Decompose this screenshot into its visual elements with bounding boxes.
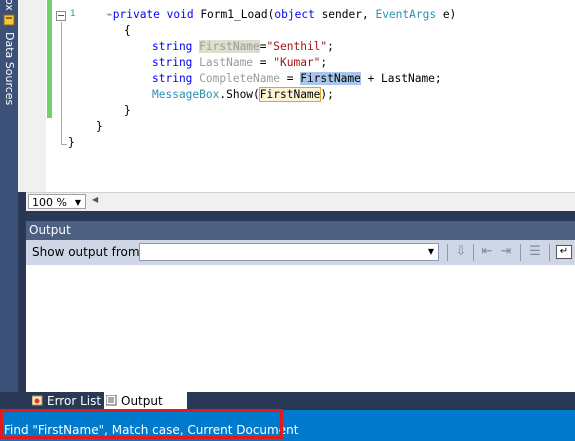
output-toolbar: Show output from: ▼ ⇩ ⇤ ⇥ ☰ ↵ xyxy=(26,240,575,265)
scroll-left-icon[interactable]: ◀ xyxy=(92,195,98,204)
toolbar-separator xyxy=(549,244,550,261)
code-line-open-brace: { xyxy=(124,24,131,37)
bottom-tab-strip: Error List Output xyxy=(18,392,575,410)
change-tracking-bar xyxy=(47,0,52,118)
next-message-icon[interactable]: ⇥ xyxy=(498,244,514,260)
code-line-messagebox: MessageBox.Show(FirstName); xyxy=(152,87,334,102)
tab-error-list-label: Error List xyxy=(47,394,102,408)
code-line-firstname: string FirstName="Senthil"; xyxy=(152,40,334,53)
tab-output-label: Output xyxy=(121,394,163,408)
chevron-down-icon: ▼ xyxy=(427,247,435,256)
previous-message-icon[interactable]: ⇤ xyxy=(479,244,495,260)
code-line-completename: string CompleteName = FirstName + LastNa… xyxy=(152,72,442,85)
zoom-combo[interactable]: 100 % ▼ xyxy=(28,194,86,209)
output-icon xyxy=(106,395,117,406)
word-wrap-icon[interactable]: ↵ xyxy=(556,245,572,259)
output-content[interactable] xyxy=(26,265,575,392)
toolbar-separator xyxy=(447,244,448,261)
code-line-close-namespace: } xyxy=(68,136,75,149)
highlight-annotation-box xyxy=(0,409,283,439)
code-line-lastname: string LastName = "Kumar"; xyxy=(152,56,328,69)
output-source-select[interactable]: ▼ xyxy=(139,243,439,261)
toolbar-separator xyxy=(520,244,521,261)
toolbar-separator xyxy=(473,244,474,261)
code-line-close-class: } xyxy=(96,120,103,133)
code-editor[interactable]: 1 ⌁private void Form1_Load(object sender… xyxy=(18,0,575,192)
data-sources-tab[interactable]: Data Sources xyxy=(2,32,16,105)
zoom-value: 100 % xyxy=(32,196,67,209)
collapse-method-icon[interactable] xyxy=(56,11,66,21)
tab-output[interactable]: Output xyxy=(104,392,187,410)
outline-line-end xyxy=(61,144,67,145)
clear-all-icon[interactable]: ☰ xyxy=(527,244,543,260)
editor-margin xyxy=(18,0,46,192)
find-match-selected: FirstName xyxy=(300,72,361,85)
code-line-signature: ⌁private void Form1_Load(object sender, … xyxy=(106,8,457,21)
go-to-message-icon[interactable]: ⇩ xyxy=(453,244,469,260)
find-match-highlight: FirstName xyxy=(258,87,322,102)
chevron-down-icon: ▼ xyxy=(74,198,81,207)
method-glyph-icon: ⌁ xyxy=(106,8,113,21)
toolbox-tab[interactable]: ox xyxy=(2,0,16,11)
code-line-close-method: } xyxy=(124,104,131,117)
outline-line xyxy=(61,22,62,144)
error-list-icon xyxy=(32,395,43,406)
output-pane-title: Output xyxy=(26,221,575,240)
editor-zoom-bar: 100 % ▼ ◀ xyxy=(26,192,575,211)
line-number: 1 xyxy=(70,9,76,19)
show-output-from-label: Show output from: xyxy=(32,245,144,259)
left-tool-strip: ox Data Sources xyxy=(0,0,18,392)
database-icon xyxy=(3,14,15,26)
